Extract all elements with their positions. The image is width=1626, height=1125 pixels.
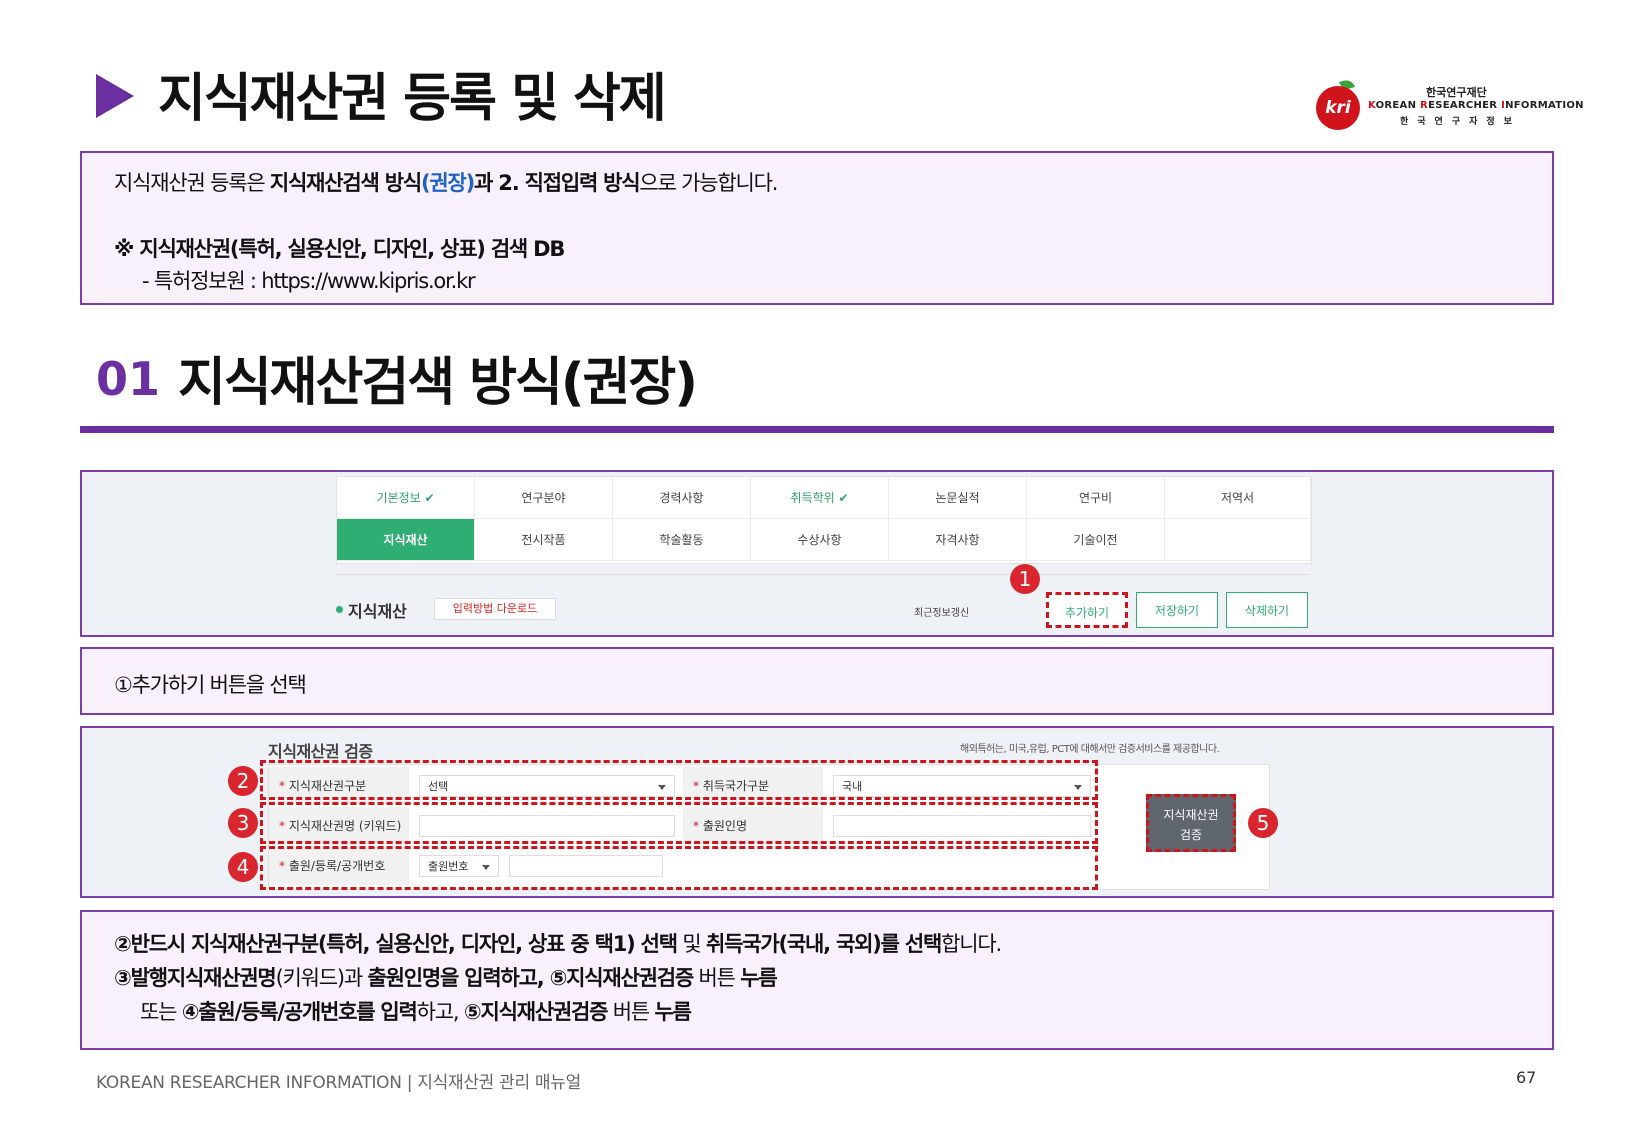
- step-badge-5: 5: [1248, 808, 1278, 838]
- highlight-row-2: [260, 760, 1098, 800]
- tab-books[interactable]: 저역서: [1165, 477, 1311, 519]
- section-label-ip: 지식재산: [348, 602, 407, 621]
- section-title: 지식재산검색 방식(권장): [178, 353, 698, 413]
- step-badge-2: 2: [228, 766, 258, 796]
- step-2-line-2: ③발행지식재산권명(키워드)과 출원인명을 입력하고, ⑤지식재산권검증 버튼 …: [114, 966, 778, 990]
- tab-papers[interactable]: 논문실적: [889, 477, 1027, 519]
- recent-update-link[interactable]: 최근정보갱신: [914, 604, 969, 619]
- page-number: 67: [1516, 1068, 1537, 1087]
- tab-intellectual-property[interactable]: 지식재산: [337, 519, 475, 561]
- section-divider: [80, 426, 1554, 433]
- tab-exhibitions[interactable]: 전시작품: [475, 519, 613, 561]
- verify-section-title: 지식재산권 검증: [268, 742, 373, 761]
- step-2-line-1: ②반드시 지식재산권구분(특허, 실용신안, 디자인, 상표 중 택1) 선택 …: [114, 932, 1002, 956]
- tab-research-field[interactable]: 연구분야: [475, 477, 613, 519]
- panel-divider: [336, 574, 1310, 575]
- download-guide-button[interactable]: 입력방법 다운로드: [434, 598, 556, 620]
- tab-certifications[interactable]: 자격사항: [889, 519, 1027, 561]
- tab-degree[interactable]: 취득학위 ✔: [751, 477, 889, 519]
- tab-basic-info[interactable]: 기본정보 ✔: [337, 477, 475, 519]
- step-badge-4: 4: [228, 852, 258, 882]
- step-2-line-3: 또는 ④출원/등록/공개번호를 입력하고, ⑤지식재산권검증 버튼 누름: [140, 1000, 692, 1024]
- profile-tabs: 기본정보 ✔ 연구분야 경력사항 취득학위 ✔ 논문실적 연구비 저역서 지식재…: [336, 476, 1312, 564]
- screenshot-panel-tabs: 기본정보 ✔ 연구분야 경력사항 취득학위 ✔ 논문실적 연구비 저역서 지식재…: [80, 470, 1554, 637]
- add-button[interactable]: 추가하기: [1046, 592, 1128, 628]
- tab-awards[interactable]: 수상사항: [751, 519, 889, 561]
- tab-career[interactable]: 경력사항: [613, 477, 751, 519]
- verify-note: 해외특허는, 미국,유럽, PCT에 대해서만 검증서비스를 제공합니다.: [960, 744, 1220, 755]
- section-number: 01: [96, 352, 161, 406]
- kri-logo: kri 한국연구재단 KOREAN RESEARCHER INFORMATION…: [1316, 78, 1584, 130]
- step-badge-1: 1: [1010, 564, 1040, 594]
- tab-tech-transfer[interactable]: 기술이전: [1027, 519, 1165, 561]
- save-button[interactable]: 저장하기: [1136, 592, 1218, 628]
- step-badge-3: 3: [228, 808, 258, 838]
- info-box: 지식재산권 등록은 지식재산검색 방식(권장)과 2. 직접입력 방식으로 가능…: [80, 151, 1554, 305]
- logo-circle: kri: [1316, 86, 1360, 130]
- footer-text: KOREAN RESEARCHER INFORMATION | 지식재산권 관리…: [96, 1073, 581, 1093]
- play-icon: [96, 74, 134, 118]
- step-1-text: ①추가하기 버튼을 선택: [114, 673, 307, 697]
- info-line-2: ※ 지식재산권(특허, 실용신안, 디자인, 상표) 검색 DB: [114, 237, 565, 261]
- page-title: 지식재산권 등록 및 삭제: [158, 69, 667, 129]
- logo-korean-top: 한국연구재단: [1426, 86, 1487, 99]
- tab-empty: [1165, 519, 1311, 561]
- step-instruction-2: ②반드시 지식재산권구분(특허, 실용신안, 디자인, 상표 중 택1) 선택 …: [80, 910, 1554, 1050]
- logo-korean-bottom: 한국연구자정보: [1400, 117, 1521, 127]
- step-instruction-1: ①추가하기 버튼을 선택: [80, 647, 1554, 715]
- info-line-3: - 특허정보원 : https://www.kipris.or.kr: [142, 269, 476, 293]
- logo-english: KOREAN RESEARCHER INFORMATION: [1368, 100, 1584, 111]
- highlight-row-4: [260, 846, 1098, 890]
- bullet-dot-icon: [336, 606, 343, 613]
- tab-academic-activity[interactable]: 학술활동: [613, 519, 751, 561]
- delete-button[interactable]: 삭제하기: [1226, 592, 1308, 628]
- screenshot-panel-verify: 지식재산권 검증 해외특허는, 미국,유럽, PCT에 대해서만 검증서비스를 …: [80, 726, 1554, 898]
- tab-research-funds[interactable]: 연구비: [1027, 477, 1165, 519]
- highlight-row-3: [260, 802, 1098, 844]
- ip-verify-button[interactable]: 지식재산권 검증: [1146, 794, 1236, 852]
- info-line-1: 지식재산권 등록은 지식재산검색 방식(권장)과 2. 직접입력 방식으로 가능…: [114, 171, 778, 195]
